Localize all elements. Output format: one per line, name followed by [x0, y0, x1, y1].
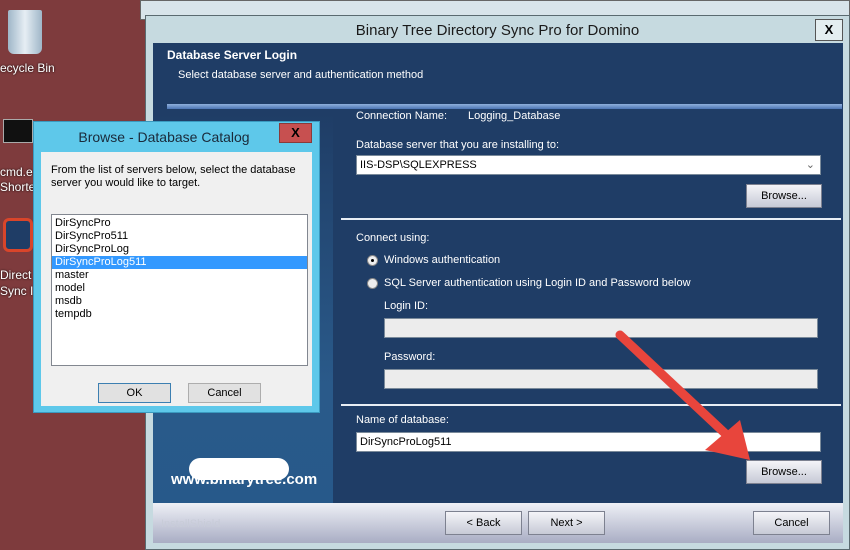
recycle-bin-label: ecycle Bin — [0, 61, 55, 75]
back-button[interactable]: < Back — [445, 511, 522, 535]
server-browse-button[interactable]: Browse... — [746, 184, 822, 208]
cancel-button[interactable]: Cancel — [753, 511, 830, 535]
list-item[interactable]: msdb — [52, 295, 307, 308]
next-button[interactable]: Next > — [528, 511, 605, 535]
windows-auth-label: Windows authentication — [384, 254, 501, 266]
dialog-close-button[interactable]: X — [279, 123, 312, 143]
list-item[interactable]: DirSyncPro — [52, 217, 307, 230]
directory-sync-label-2: Sync I — [0, 284, 34, 298]
recycle-bin-icon[interactable] — [8, 10, 42, 54]
divider — [341, 218, 841, 220]
server-label: Database server that you are installing … — [356, 139, 560, 151]
cmd-shortcut-label: cmd.e — [0, 165, 33, 179]
connection-name-label: Connection Name: — [356, 110, 448, 122]
page-subtitle: Select database server and authenticatio… — [178, 69, 424, 81]
database-list[interactable]: DirSyncPro DirSyncPro511 DirSyncProLog DirS… — [51, 214, 308, 366]
list-item[interactable]: DirSyncProLog511 — [52, 256, 307, 269]
login-id-label: Login ID: — [384, 300, 429, 312]
header-divider — [167, 104, 842, 109]
dialog-cancel-button[interactable]: Cancel — [188, 383, 261, 403]
dialog-instructions: From the list of servers below, select t… — [51, 164, 296, 189]
list-item[interactable]: tempdb — [52, 308, 307, 321]
windows-auth-radio[interactable]: Windows authentication — [367, 254, 500, 266]
window-title: Binary Tree Directory Sync Pro for Domin… — [355, 22, 640, 39]
annotation-arrow-icon — [615, 330, 750, 460]
list-item[interactable]: master — [52, 269, 307, 282]
dialog-title: Browse - Database Catalog — [78, 129, 250, 145]
list-item[interactable]: model — [52, 282, 307, 295]
installshield-label: InstallShield — [161, 518, 221, 530]
page-title: Database Server Login — [167, 48, 298, 62]
directory-sync-label: Direct — [0, 268, 32, 282]
cmd-shortcut-label-2: Shorte — [0, 180, 36, 194]
cmd-shortcut-icon[interactable] — [3, 119, 33, 143]
server-value: IIS-DSP\SQLEXPRESS — [360, 159, 477, 171]
chevron-down-icon: ⌄ — [805, 159, 815, 171]
directory-sync-icon[interactable] — [3, 218, 33, 252]
db-name-label: Name of database: — [356, 414, 449, 426]
close-button[interactable]: X — [815, 19, 843, 41]
dialog-body: From the list of servers below, select t… — [41, 152, 312, 406]
sql-auth-label: SQL Server authentication using Login ID… — [384, 277, 691, 289]
ok-button[interactable]: OK — [98, 383, 171, 403]
list-item[interactable]: DirSyncPro511 — [52, 230, 307, 243]
password-label: Password: — [384, 351, 436, 363]
browse-dialog: Browse - Database Catalog X From the lis… — [33, 121, 320, 413]
server-select[interactable]: IIS-DSP\SQLEXPRESS ⌄ — [356, 155, 821, 175]
radio-selected-icon — [367, 254, 378, 266]
connection-name-value: Logging_Database — [468, 110, 561, 122]
radio-unselected-icon — [367, 277, 378, 289]
sql-auth-radio[interactable]: SQL Server authentication using Login ID… — [367, 277, 691, 289]
brand-url: www.binarytree.com — [171, 471, 318, 488]
list-item[interactable]: DirSyncProLog — [52, 243, 307, 256]
connect-using-label: Connect using: — [356, 232, 430, 244]
footer-bar: InstallShield < Back Next > Cancel — [153, 503, 843, 543]
